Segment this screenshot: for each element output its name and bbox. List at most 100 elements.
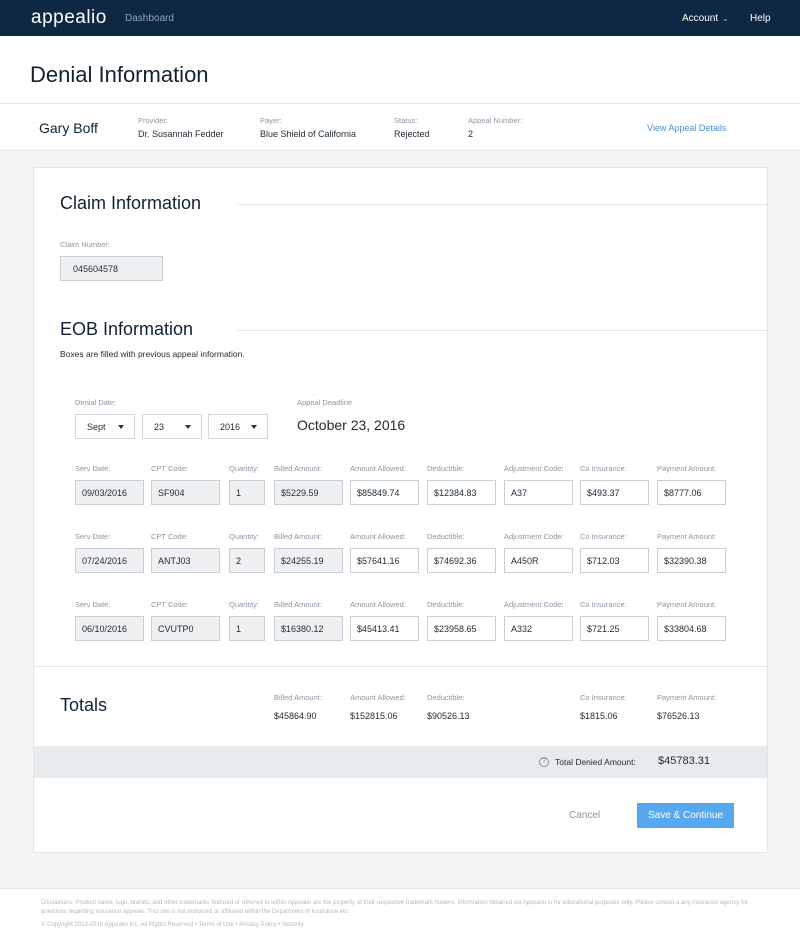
quantity-label: Quantity:: [229, 464, 260, 473]
denial-date-label: Denial Date:: [75, 398, 117, 407]
section-divider: [34, 666, 767, 667]
cpt-code-field[interactable]: SF904: [151, 480, 220, 505]
appeal-deadline-label: Appeal Deadline: [297, 398, 353, 407]
amount-allowed-field[interactable]: $57641.16: [350, 548, 419, 573]
cancel-button[interactable]: Cancel: [569, 810, 600, 821]
total-deductible-label: Deductible:: [427, 693, 465, 702]
quantity-field[interactable]: 1: [229, 616, 265, 641]
nav-dashboard-link[interactable]: Dashboard: [125, 13, 174, 24]
patient-summary-bar: Gary Boff Provider: Dr. Susannah Fedder …: [0, 103, 800, 151]
denial-day-select[interactable]: 23: [142, 414, 202, 439]
denial-month-value: Sept: [87, 422, 106, 432]
page-title: Denial Information: [30, 62, 209, 87]
billed-amount-label: Billed Amount:: [274, 464, 322, 473]
cpt-code-field[interactable]: ANTJ03: [151, 548, 220, 573]
total-billed-label: Billed Amount:: [274, 693, 322, 702]
co-insurance-field[interactable]: $721.25: [580, 616, 649, 641]
denial-month-select[interactable]: Sept: [75, 414, 135, 439]
info-icon[interactable]: ?: [539, 757, 549, 767]
cpt-code-label: CPT Code:: [151, 532, 188, 541]
serv-date-label: Serv Date:: [75, 600, 111, 609]
payment-amount-field[interactable]: $33804.68: [657, 616, 726, 641]
account-menu[interactable]: Account ⌄: [682, 13, 729, 24]
co-insurance-label: Co Insurance:: [580, 464, 627, 473]
adjustment-code-field[interactable]: A450R: [504, 548, 573, 573]
denial-form-card: Claim Information Claim Number: 04560457…: [33, 167, 768, 853]
appeal-number-field: Appeal Number: 2: [468, 116, 522, 139]
eob-note: Boxes are filled with previous appeal in…: [60, 349, 245, 359]
caret-down-icon: [118, 425, 124, 429]
co-insurance-field[interactable]: $493.37: [580, 480, 649, 505]
cpt-code-field[interactable]: CVUTP0: [151, 616, 220, 641]
totals-title: Totals: [60, 695, 108, 715]
denial-year-select[interactable]: 2016: [208, 414, 268, 439]
status-label: Status:: [394, 116, 418, 125]
brand-logo[interactable]: appealio: [31, 7, 107, 29]
view-appeal-details-link[interactable]: View Appeal Details: [647, 123, 726, 133]
amount-allowed-label: Amount Allowed:: [350, 532, 406, 541]
total-co-insurance-label: Co Insurance:: [580, 693, 627, 702]
total-allowed-value: $152815.06: [350, 711, 398, 721]
total-payment-value: $76526.13: [657, 711, 700, 721]
billed-amount-field[interactable]: $16380.12: [274, 616, 343, 641]
adjustment-code-label: Adjustment Code:: [504, 532, 564, 541]
payment-amount-field[interactable]: $32390.38: [657, 548, 726, 573]
claim-number-label: Claim Number:: [60, 240, 111, 249]
billed-amount-field[interactable]: $5229.59: [274, 480, 343, 505]
quantity-label: Quantity:: [229, 532, 260, 541]
chevron-down-icon: ⌄: [722, 14, 729, 23]
footer: Disclaimers: Product name, logo, brands,…: [0, 888, 800, 944]
payer-field: Payer: Blue Shield of California: [260, 116, 356, 139]
account-label: Account: [682, 13, 719, 24]
provider-value: Dr. Susannah Fedder: [138, 129, 224, 139]
co-insurance-field[interactable]: $712.03: [580, 548, 649, 573]
help-link[interactable]: Help: [750, 13, 771, 24]
deductible-field[interactable]: $12384.83: [427, 480, 496, 505]
amount-allowed-field[interactable]: $45413.41: [350, 616, 419, 641]
deductible-label: Deductible:: [427, 600, 465, 609]
quantity-field[interactable]: 1: [229, 480, 265, 505]
appeal-number-label: Appeal Number:: [468, 116, 523, 125]
co-insurance-label: Co Insurance:: [580, 600, 627, 609]
payment-amount-field[interactable]: $8777.06: [657, 480, 726, 505]
deductible-field[interactable]: $74692.36: [427, 548, 496, 573]
co-insurance-label: Co Insurance:: [580, 532, 627, 541]
payment-amount-label: Payment Amount:: [657, 600, 717, 609]
quantity-label: Quantity:: [229, 600, 260, 609]
billed-amount-label: Billed Amount:: [274, 600, 322, 609]
payer-label: Payer:: [260, 116, 282, 125]
deductible-field[interactable]: $23958.65: [427, 616, 496, 641]
caret-down-icon: [185, 425, 191, 429]
billed-amount-field[interactable]: $24255.19: [274, 548, 343, 573]
payer-value: Blue Shield of California: [260, 129, 357, 139]
serv-date-field[interactable]: 07/24/2016: [75, 548, 144, 573]
amount-allowed-field[interactable]: $85849.74: [350, 480, 419, 505]
appeal-deadline-value: October 23, 2016: [297, 417, 406, 433]
save-continue-button[interactable]: Save & Continue: [637, 803, 734, 828]
deductible-label: Deductible:: [427, 532, 465, 541]
cpt-code-label: CPT Code:: [151, 600, 188, 609]
eob-section-title: EOB Information: [60, 319, 194, 339]
deductible-label: Deductible:: [427, 464, 465, 473]
denial-year-value: 2016: [220, 422, 241, 432]
appeal-number-value: 2: [468, 129, 474, 139]
serv-date-label: Serv Date:: [75, 532, 111, 541]
payment-amount-label: Payment Amount:: [657, 532, 717, 541]
adjustment-code-field[interactable]: A332: [504, 616, 573, 641]
adjustment-code-label: Adjustment Code:: [504, 600, 564, 609]
total-co-insurance-value: $1815.06: [580, 711, 618, 721]
adjustment-code-field[interactable]: A37: [504, 480, 573, 505]
denial-day-value: 23: [154, 422, 165, 432]
total-deductible-value: $90526.13: [427, 711, 470, 721]
status-field: Status: Rejected: [394, 116, 430, 139]
claim-number-field[interactable]: 045604578: [60, 256, 163, 281]
payment-amount-label: Payment Amount:: [657, 464, 717, 473]
total-denied-bar: ? Total Denied Amount: $45783.31: [34, 746, 767, 778]
serv-date-field[interactable]: 09/03/2016: [75, 480, 144, 505]
serv-date-field[interactable]: 06/10/2016: [75, 616, 144, 641]
footer-copyright: © Copyright 2013-2016 Appealio Inc. All …: [41, 922, 304, 928]
caret-down-icon: [251, 425, 257, 429]
quantity-field[interactable]: 2: [229, 548, 265, 573]
adjustment-code-label: Adjustment Code:: [504, 464, 564, 473]
cpt-code-label: CPT Code:: [151, 464, 188, 473]
